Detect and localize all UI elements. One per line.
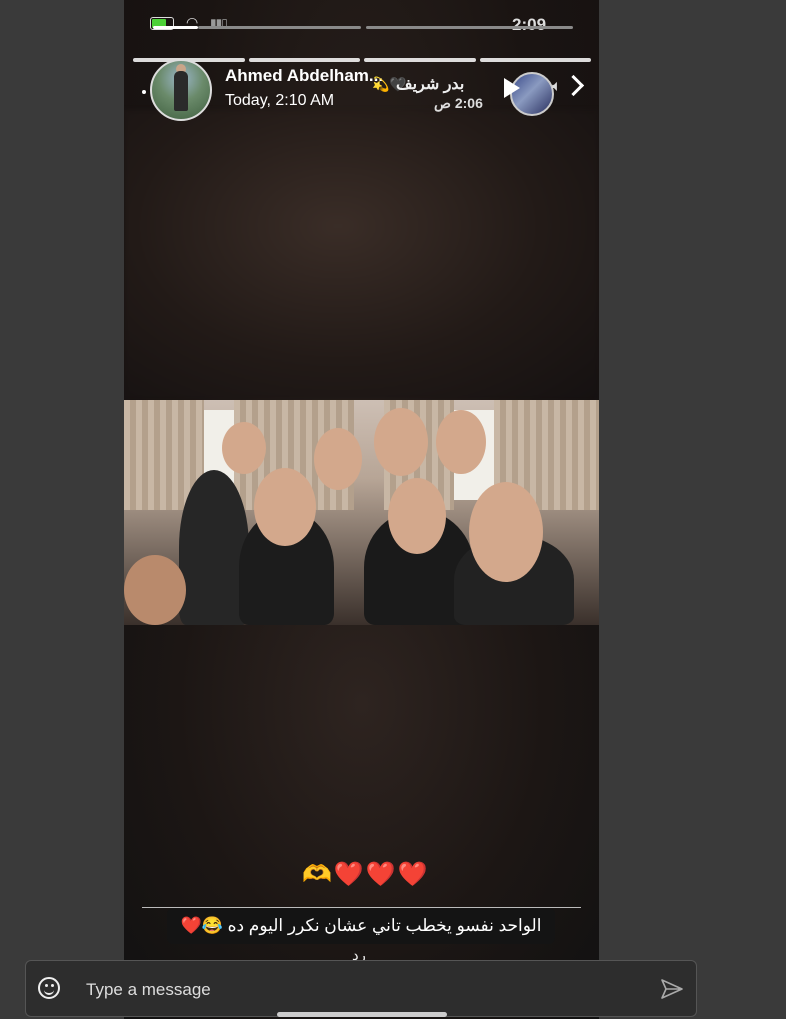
inner-progress-bar [198, 26, 361, 29]
story-blur-background-top [124, 110, 599, 400]
send-icon[interactable] [660, 978, 684, 1000]
volume-icon[interactable]: 🔈︎ [552, 78, 562, 96]
home-indicator [277, 1012, 447, 1017]
play-icon[interactable] [504, 78, 520, 98]
story-caption: الواحد نفسو يخطب تاني عشان نكرر اليوم ده… [167, 908, 555, 944]
story-timestamp: Today, 2:10 AM [225, 92, 335, 109]
inner-status-bar: ◠ ▮▮▯ 2:09 [124, 10, 599, 36]
sender-name[interactable]: Ahmed Abdelham... [225, 66, 383, 86]
chevron-right-icon[interactable] [562, 74, 585, 97]
message-bar [25, 960, 697, 1017]
story-header: Ahmed Abdelham... Today, 2:10 AM 💫🖤 بدر … [124, 59, 599, 122]
inner-progress-bar [366, 26, 573, 29]
status-time: 2:09 [512, 15, 547, 34]
hearts-sticker: 🫶❤️❤️❤️ [302, 861, 430, 888]
smiley-icon[interactable] [38, 977, 60, 999]
avatar[interactable] [150, 59, 212, 121]
inner-story-name: بدر شريف [396, 76, 465, 93]
story-photo [124, 400, 599, 625]
inner-story-time: 2:06 ص [434, 95, 483, 111]
dot-icon [142, 90, 146, 94]
inner-progress-bar [153, 26, 198, 29]
message-input[interactable] [84, 975, 648, 1005]
